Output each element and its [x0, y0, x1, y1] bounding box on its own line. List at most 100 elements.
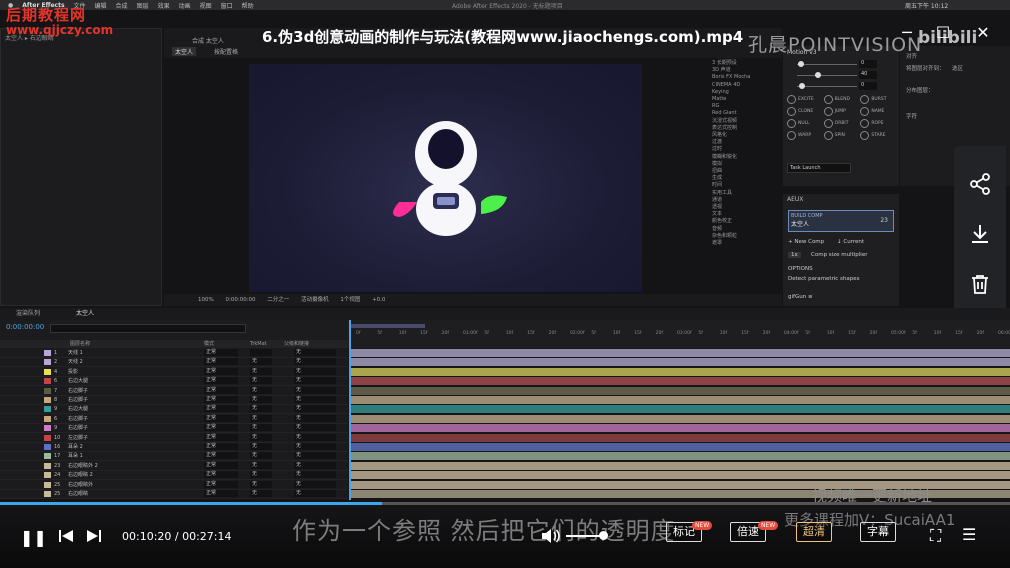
effect-category[interactable]: 模糊和锐化 [706, 154, 782, 161]
work-area-bar[interactable] [350, 324, 425, 328]
effect-category[interactable]: Matte [706, 96, 782, 103]
pause-icon[interactable]: ❚❚ [20, 528, 47, 547]
layer-trkmat-select[interactable]: 无 [250, 377, 272, 385]
col-mode[interactable]: 模式 [204, 340, 214, 348]
layer-parent-select[interactable]: 无 [294, 461, 336, 469]
layer-mode-select[interactable]: 正常 [204, 386, 238, 394]
layer-mode-select[interactable]: 正常 [204, 461, 238, 469]
layer-trkmat-select[interactable] [250, 349, 272, 356]
layer-parent-select[interactable]: 无 [294, 414, 336, 422]
download-icon[interactable] [968, 222, 992, 246]
layer-duration-bar[interactable] [351, 443, 1010, 451]
motion-tool-button[interactable]: ROPE [860, 119, 895, 128]
layer-parent-select[interactable]: 无 [294, 471, 336, 479]
time-ruler[interactable]: 0f 5f 10f 15f 20f 01:00f 5f 10f 15f 20f 02:00f 5f 10… [348, 320, 1010, 348]
camera-select[interactable]: 活动摄像机 [301, 297, 329, 303]
motion-slider[interactable]: 0 [783, 59, 899, 70]
motion-tool-button[interactable]: BLEND [824, 95, 859, 104]
task-launch-select[interactable]: Task Launch [787, 163, 851, 173]
slider-knob[interactable] [797, 61, 804, 67]
layer-duration-bar[interactable] [351, 349, 1010, 357]
layer-color-swatch[interactable] [44, 434, 51, 441]
layer-color-swatch[interactable] [44, 491, 51, 497]
layer-color-swatch[interactable] [44, 378, 51, 385]
effect-category[interactable]: 过时 [706, 146, 782, 153]
playhead[interactable] [349, 320, 351, 500]
volume-icon[interactable] [541, 528, 561, 544]
menu-item[interactable]: 窗口 [221, 1, 233, 10]
resolution-select[interactable]: 二分之一 [267, 297, 289, 303]
effect-category[interactable]: Boris FX Mocha [706, 74, 782, 81]
layer-mode-select[interactable]: 正常 [204, 490, 238, 497]
tab-render-queue[interactable]: 渲染队列 [16, 308, 40, 320]
layer-mode-select[interactable]: 正常 [204, 396, 238, 403]
motion-tool-button[interactable]: WARP [787, 131, 822, 140]
effect-category[interactable]: 杂色和颗粒 [706, 233, 782, 240]
menu-item[interactable]: 帮助 [242, 1, 254, 10]
layer-trkmat-select[interactable]: 无 [250, 452, 272, 460]
col-layer-name[interactable]: 图层名称 [70, 340, 90, 348]
motion-slider[interactable]: 0 [783, 81, 899, 92]
options-label[interactable]: OPTIONS [788, 266, 813, 272]
previous-icon[interactable] [58, 529, 74, 543]
menu-item[interactable]: 动画 [179, 1, 191, 10]
gifgun-tab[interactable]: gifGun ≡ [788, 294, 813, 300]
motion-tool-button[interactable]: NULL [787, 119, 822, 128]
layer-color-swatch[interactable] [44, 453, 51, 460]
zoom-select[interactable]: 100% [198, 297, 214, 303]
layer-parent-select[interactable]: 无 [294, 358, 336, 366]
layer-duration-bar[interactable] [351, 461, 1010, 470]
layer-mode-select[interactable]: 正常 [204, 414, 238, 422]
motion-tool-button[interactable]: NAME [860, 107, 895, 116]
layer-mode-select[interactable]: 正常 [204, 377, 238, 385]
layer-color-swatch[interactable] [44, 444, 51, 450]
tab-comp-2[interactable]: 按配置格 [214, 47, 238, 56]
detect-shapes-checkbox[interactable]: Detect parametric shapes [788, 276, 860, 282]
motion-tool-button[interactable]: CLONE [787, 107, 822, 116]
slider-knob[interactable] [798, 83, 805, 89]
layer-parent-select[interactable]: 无 [294, 433, 336, 441]
current-button[interactable]: ↓ Current [837, 239, 864, 245]
motion-tool-button[interactable]: EXCITE [787, 95, 822, 104]
layer-parent-select[interactable]: 无 [294, 386, 336, 394]
layer-color-swatch[interactable] [44, 350, 51, 356]
layer-color-swatch[interactable] [44, 425, 51, 432]
effect-category[interactable]: 3D 声道 [706, 67, 782, 74]
effect-category[interactable]: 模拟 [706, 161, 782, 168]
trash-icon[interactable] [968, 272, 992, 296]
col-parent[interactable]: 父级和链接 [284, 340, 309, 348]
layer-duration-bar[interactable] [351, 377, 1010, 386]
timeline-timecode[interactable]: 0:00:00:00 [6, 323, 44, 331]
layer-duration-bar[interactable] [351, 386, 1010, 395]
tab-timeline-comp[interactable]: 太空人 [76, 308, 94, 320]
current-time[interactable]: 0:00:00:00 [225, 297, 255, 303]
align-to-select[interactable]: 选区 [952, 64, 963, 72]
new-comp-button[interactable]: + New Comp [788, 239, 824, 245]
effect-category[interactable]: 音频 [706, 226, 782, 233]
layer-parent-select[interactable]: 无 [294, 396, 336, 403]
character-tab[interactable]: 字符 [906, 112, 917, 120]
fullscreen-icon[interactable]: ⛶ [930, 526, 941, 546]
layer-mode-select[interactable]: 正常 [204, 433, 238, 441]
volume-knob[interactable] [599, 531, 608, 540]
layer-mode-select[interactable]: 正常 [204, 349, 238, 356]
layer-color-swatch[interactable] [44, 406, 51, 413]
effect-category[interactable]: 遮罩 [706, 240, 782, 247]
next-icon[interactable] [86, 529, 102, 543]
layer-trkmat-select[interactable]: 无 [250, 396, 272, 403]
motion-tool-button[interactable]: ORBIT [824, 119, 859, 128]
effect-category[interactable]: CINEMA 4D [706, 82, 782, 89]
layer-row[interactable]: 25 右边眼睛 正常 无 无 [0, 489, 348, 499]
layer-mode-select[interactable]: 正常 [204, 452, 238, 460]
layer-trkmat-select[interactable]: 无 [250, 405, 272, 413]
minimize-icon[interactable]: ─ [896, 22, 918, 44]
layer-parent-select[interactable]: 无 [294, 452, 336, 460]
layer-parent-select[interactable]: 无 [294, 367, 336, 375]
motion-tool-button[interactable]: BURST [860, 95, 895, 104]
quality-button[interactable]: 超清 [796, 522, 832, 542]
fullscreen-window-icon[interactable]: ☐ [932, 22, 954, 44]
layer-duration-bar[interactable] [351, 396, 1010, 404]
layer-color-swatch[interactable] [44, 359, 51, 366]
layer-duration-bar[interactable] [351, 433, 1010, 442]
layer-mode-select[interactable]: 正常 [204, 405, 238, 413]
